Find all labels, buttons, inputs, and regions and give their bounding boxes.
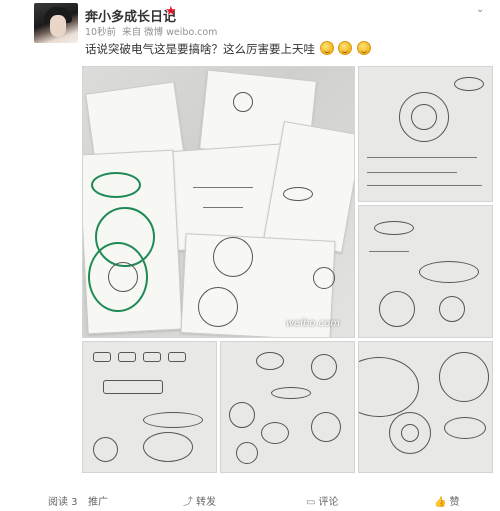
sketch-shape [103, 380, 163, 394]
post-image-main[interactable]: weibo.com [82, 66, 355, 338]
sketch-shape [168, 352, 186, 362]
sketch-line [369, 251, 409, 252]
post-image[interactable] [358, 66, 493, 202]
emoji-icon [319, 41, 334, 55]
sketch-shape [93, 352, 111, 362]
avatar-face [50, 15, 66, 37]
comment-icon: ▭ [306, 497, 316, 508]
post-text: 话说突破电气这是要搞啥？这么厉害要上天哇 [85, 41, 371, 57]
watermark: weibo.com [285, 318, 340, 329]
promote-label: 推广 [88, 497, 108, 508]
username[interactable]: 奔小多成长日记 [85, 6, 176, 25]
action-bar: 阅读 3 推广 ⤴ 转发 ▭ 评论 👍 赞 [0, 487, 500, 511]
sketch-circle [91, 172, 141, 198]
sketch-line [203, 207, 243, 208]
sketch-circle [271, 387, 311, 399]
post-image[interactable] [358, 205, 493, 338]
sketch-circle [359, 357, 419, 417]
sketch-circle [313, 267, 335, 289]
post-meta: 10秒前 来自 微博 weibo.com [85, 24, 220, 38]
sketch-circle [444, 417, 486, 439]
chevron-down-icon[interactable]: ⌄ [476, 4, 484, 15]
sketch-circle [401, 424, 419, 442]
post-text-content: 话说突破电气这是要搞啥？这么厉害要上天哇 [85, 42, 315, 56]
read-count-label: 阅读 3 [48, 497, 78, 508]
sketch-circle [256, 352, 284, 370]
repost-icon: ⤴ [183, 497, 193, 508]
sketch-line [367, 172, 457, 173]
sketch-circle [311, 412, 341, 442]
sketch-line [367, 157, 477, 158]
sketch-shape [118, 352, 136, 362]
sketch-circle [261, 422, 289, 444]
avatar[interactable] [34, 3, 78, 43]
sketch-shape [143, 352, 161, 362]
weibo-post: 奔小多成长日记 ★ ⌄ 10秒前 来自 微博 weibo.com 话说突破电气这… [0, 0, 500, 511]
promote-button[interactable]: 推广 [88, 493, 108, 508]
like-label: 赞 [449, 497, 460, 508]
read-count: 阅读 3 [48, 493, 78, 508]
post-image[interactable] [220, 341, 355, 473]
sketch-circle [229, 402, 255, 428]
like-button[interactable]: 👍 赞 [434, 493, 459, 508]
post-source[interactable]: 来自 微博 weibo.com [122, 27, 217, 38]
sketch-circle [213, 237, 253, 277]
sketch-circle [439, 296, 465, 322]
sketch-circle [411, 104, 437, 130]
sketch-circle [439, 352, 489, 402]
sketch-circle [311, 354, 337, 380]
sketch-circle [236, 442, 258, 464]
sketch-circle [143, 412, 203, 428]
sketch-line [193, 187, 253, 188]
sketch-circle [143, 432, 193, 462]
comment-button[interactable]: ▭ 评论 [306, 493, 338, 508]
repost-label: 转发 [196, 497, 216, 508]
sketch-circle [374, 221, 414, 235]
sketch-circle [93, 437, 118, 462]
sketch-line [367, 185, 482, 186]
post-image[interactable] [358, 341, 493, 473]
sketch-circle [283, 187, 313, 201]
repost-button[interactable]: ⤴ 转发 [183, 493, 216, 508]
sketch-circle [233, 92, 253, 112]
post-time[interactable]: 10秒前 [85, 27, 116, 38]
sketch-circle [379, 291, 415, 327]
sketch-circle [454, 77, 484, 91]
post-image[interactable] [82, 341, 217, 473]
emoji-icon [356, 41, 371, 55]
vip-star-icon[interactable]: ★ [165, 4, 177, 19]
sketch-circle [108, 262, 138, 292]
sketch-circle [198, 287, 238, 327]
emoji-icon [338, 41, 353, 55]
sketch-circle [419, 261, 479, 283]
thumbs-up-icon: 👍 [434, 497, 447, 508]
comment-label: 评论 [318, 497, 339, 508]
